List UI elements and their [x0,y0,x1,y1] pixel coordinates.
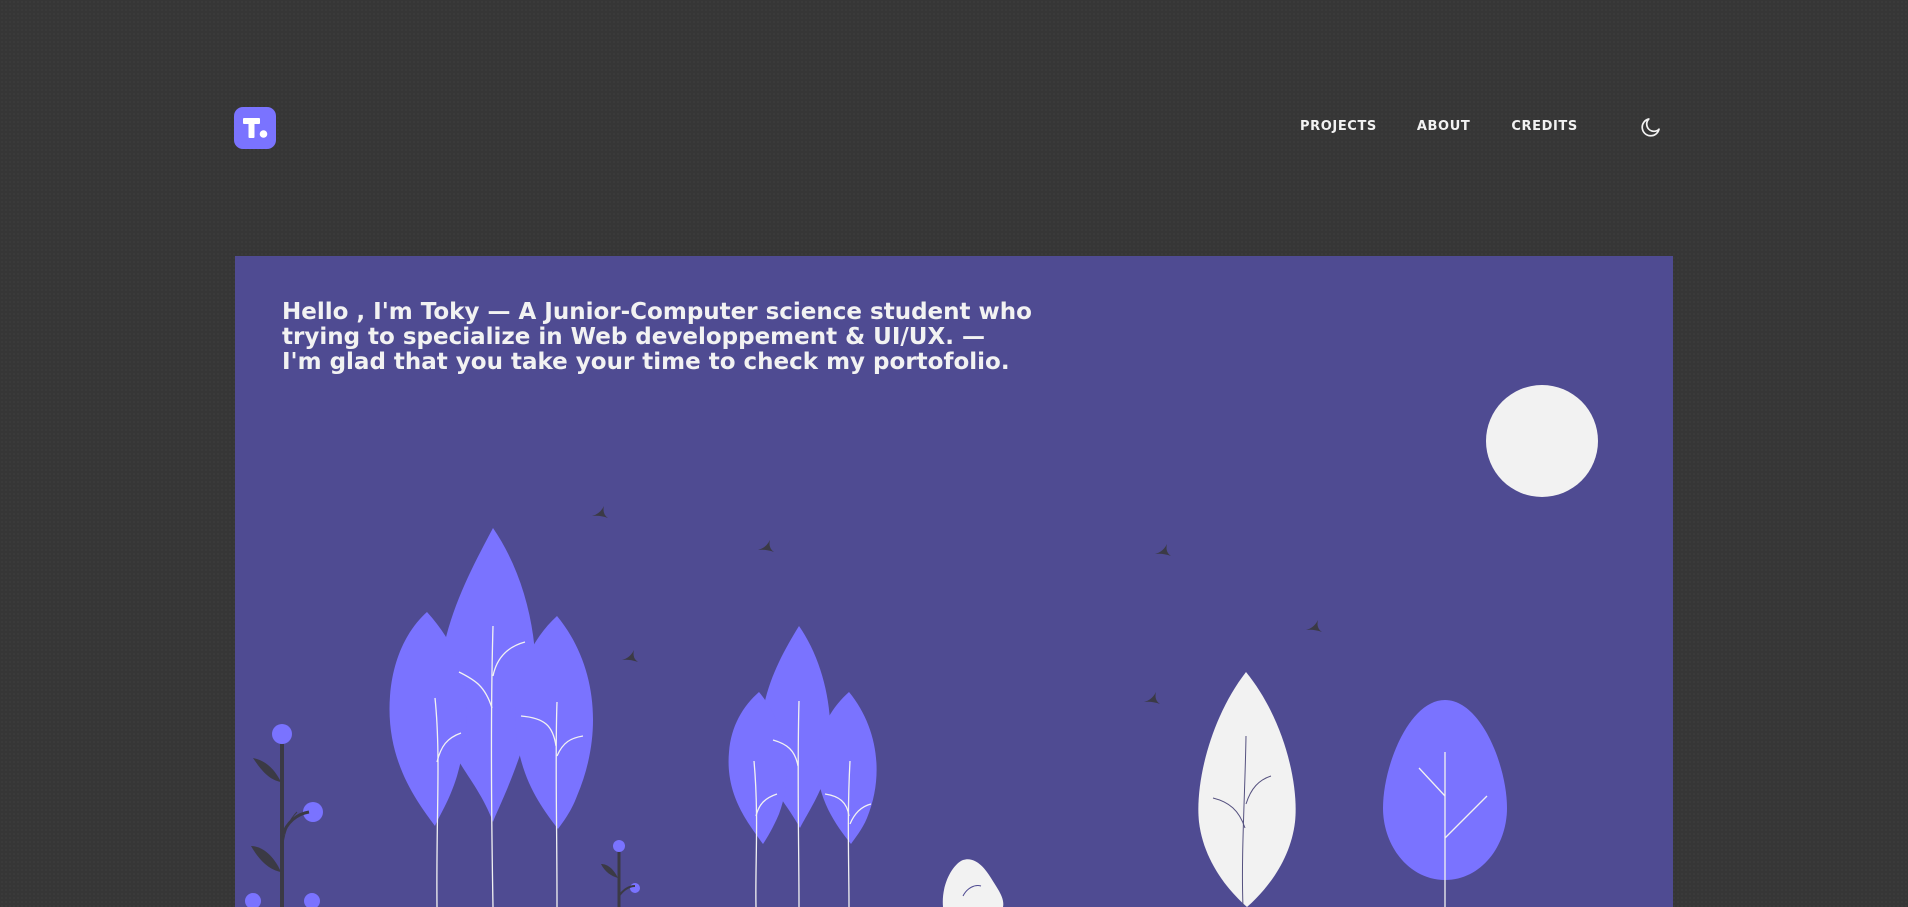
logo[interactable] [234,107,276,149]
white-bush [942,859,1004,907]
main-nav: PROJECTS ABOUT CREDITS [1300,119,1578,134]
tree-cluster-medium [728,626,877,907]
bird-icon [1155,544,1171,556]
round-tree [1383,700,1507,907]
nav-link-about[interactable]: ABOUT [1417,119,1470,134]
tree-cluster-large [389,528,594,907]
moon-circle [1486,385,1598,497]
page: PROJECTS ABOUT CREDITS Hello , I'm Toky … [0,0,1908,907]
theme-toggle-button[interactable] [1639,115,1663,139]
hero-banner: Hello , I'm Toky — A Junior-Computer sci… [235,256,1673,907]
plant-left [245,724,323,907]
letter-t-logo-icon [243,118,268,138]
bird-icon [592,506,608,518]
bird-icon [622,650,638,662]
moon-icon [1641,118,1660,137]
plant-small [601,840,640,907]
white-leaf-tree [1198,672,1296,907]
bird-icon [1306,620,1322,632]
birds-group [592,506,1322,704]
bird-icon [1144,692,1160,704]
forest-illustration [245,385,1598,907]
bird-icon [758,540,774,552]
nav-link-credits[interactable]: CREDITS [1511,119,1578,134]
nav-link-projects[interactable]: PROJECTS [1300,119,1377,134]
